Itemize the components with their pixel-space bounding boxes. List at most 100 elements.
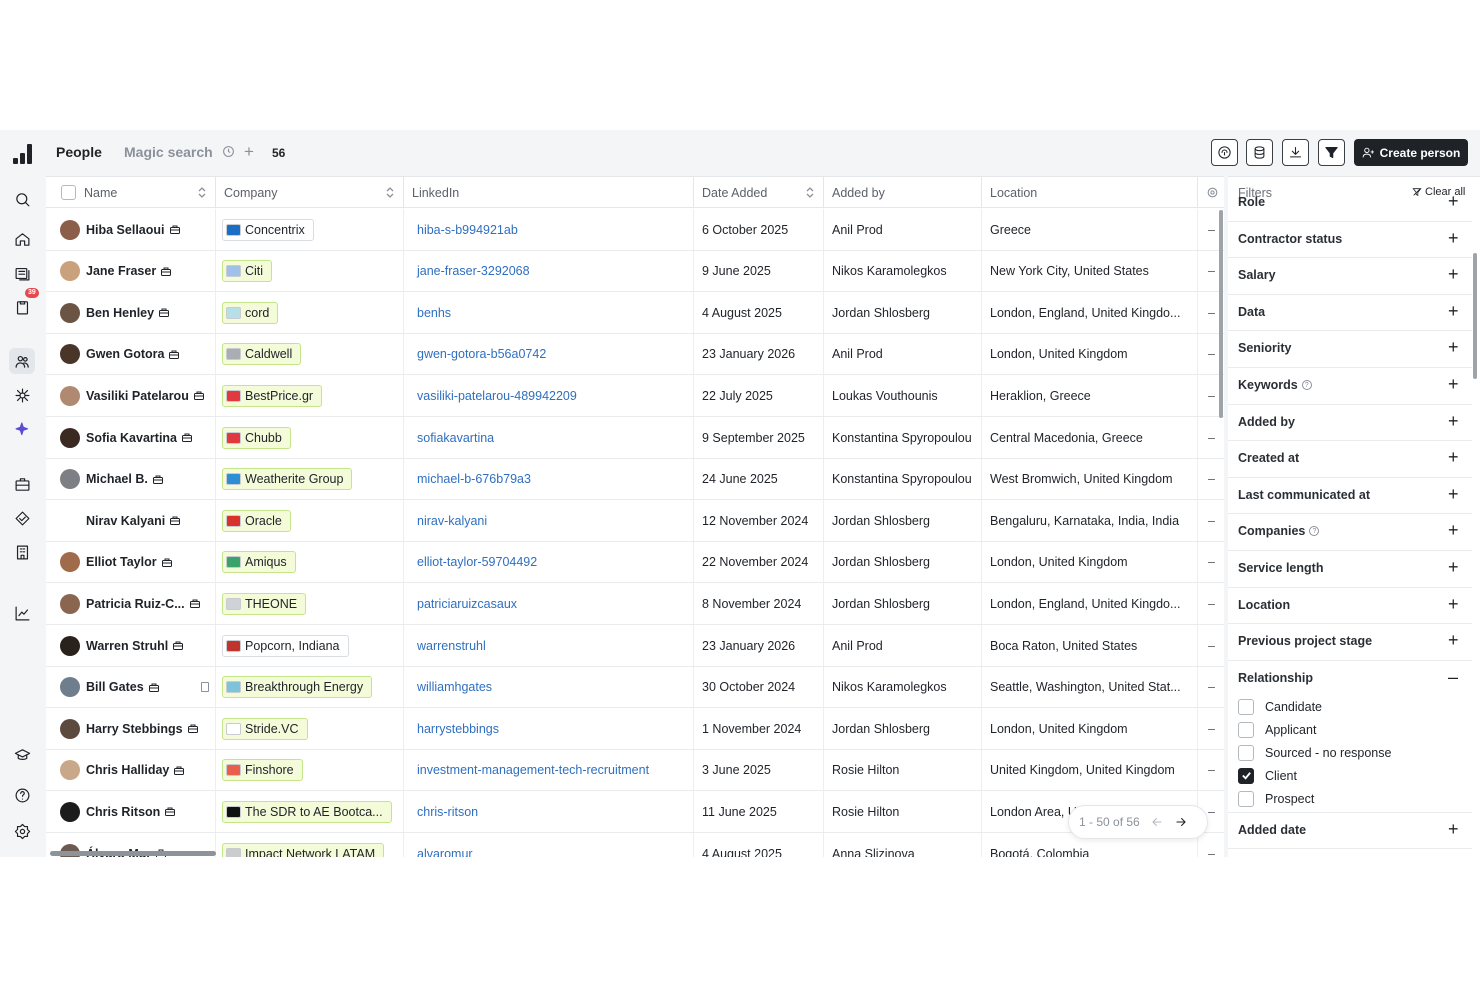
linkedin-link[interactable]: vasiliki-patelarou-489942209 [404,389,577,403]
expand-filter-icon[interactable]: + [1448,631,1459,649]
relationship-option[interactable]: Client [1238,766,1297,786]
company-pill[interactable]: The SDR to AE Bootca... [222,800,392,823]
table-row[interactable]: Bill Gates Breakthrough Energy williamhgat… [46,666,1224,709]
filter-salary[interactable]: Salary + [1228,258,1472,295]
expand-filter-icon[interactable]: + [1448,302,1459,320]
name-cell[interactable]: Hiba Sellaoui [46,209,216,250]
checkbox[interactable] [1238,790,1254,807]
name-cell[interactable]: Chris Ritson [46,791,216,833]
person-name[interactable]: Nirav Kalyani [86,514,165,528]
company-pill[interactable]: Caldwell [222,343,302,366]
linkedin-link[interactable]: harrystebbings [404,722,499,736]
sort-icon[interactable] [386,187,394,198]
table-row[interactable]: Elliot Taylor Amiqus elliot-taylor-5970449… [46,541,1224,584]
add-tab-button[interactable]: + [244,142,254,162]
inbox-icon[interactable] [9,260,35,286]
table-row[interactable]: Patricia Ruiz-C... THEONE patriciaruizcasa… [46,583,1224,625]
sparkle-icon[interactable] [9,416,35,442]
filter-role[interactable]: Role + [1228,185,1472,222]
document-icon[interactable] [200,682,209,693]
relationship-option[interactable]: Sourced - no response [1238,743,1391,763]
table-row[interactable]: Chris Halliday Finshore investment-managem… [46,749,1224,792]
company-pill[interactable]: Chubb [222,426,291,449]
relationship-option[interactable]: Applicant [1238,720,1316,740]
filter-companies[interactable]: Companies? + [1228,514,1472,551]
expand-filter-icon[interactable]: + [1448,558,1459,576]
linkedin-link[interactable]: jane-fraser-3292068 [404,264,530,278]
table-row[interactable]: Hiba Sellaoui Concentrix hiba-s-b994921ab 6… [46,209,1224,251]
select-all-checkbox[interactable] [61,185,76,200]
table-row[interactable]: Vasiliki Patelarou BestPrice.gr vasiliki-p… [46,375,1224,417]
column-linkedin[interactable]: LinkedIn [404,177,694,208]
table-row[interactable]: Sofia Kavartina Chubb sofiakavartina 9 Sept… [46,417,1224,459]
people-icon[interactable] [9,348,35,374]
company-pill[interactable]: Stride.VC [222,717,308,740]
expand-filter-icon[interactable]: + [1448,192,1459,210]
person-name[interactable]: Gwen Gotora [86,347,164,361]
expand-filter-icon[interactable]: + [1448,338,1459,356]
briefcase-icon[interactable] [9,471,35,497]
create-person-button[interactable]: Create person [1354,139,1468,166]
person-name[interactable]: Michael B. [86,472,148,486]
help-icon[interactable]: ? [1301,380,1312,390]
database-button[interactable] [1246,139,1273,166]
company-pill[interactable]: Oracle [222,509,291,532]
filter-location[interactable]: Location + [1228,588,1472,625]
person-name[interactable]: Sofia Kavartina [86,431,177,445]
filter-last-communicated-at[interactable]: Last communicated at + [1228,478,1472,515]
sort-icon[interactable] [198,187,206,198]
person-name[interactable]: Elliot Taylor [86,555,157,569]
spider-icon[interactable] [9,382,35,408]
filter-data[interactable]: Data + [1228,295,1472,332]
column-date-added[interactable]: Date Added [694,177,824,208]
previous-page-icon[interactable] [1150,815,1164,829]
name-cell[interactable]: Warren Struhl [46,625,216,666]
expand-filter-icon[interactable]: + [1448,820,1459,838]
table-row[interactable]: Jane Fraser Citi jane-fraser-3292068 9 June… [46,250,1224,293]
name-cell[interactable]: Gwen Gotora [46,333,216,375]
company-pill[interactable]: Breakthrough Energy [222,676,373,699]
company-pill[interactable]: Finshore [222,759,303,782]
checkbox[interactable] [1238,721,1254,738]
column-settings[interactable] [1198,177,1224,208]
name-cell[interactable]: Elliot Taylor [46,541,216,583]
expand-filter-icon[interactable]: + [1448,375,1459,393]
table-row[interactable]: Gwen Gotora Caldwell gwen-gotora-b56a0742 2… [46,333,1224,376]
filter-keywords[interactable]: Keywords? + [1228,368,1472,405]
name-cell[interactable]: Sofia Kavartina [46,417,216,458]
linkedin-link[interactable]: hiba-s-b994921ab [404,223,518,237]
name-cell[interactable]: Chris Halliday [46,749,216,791]
next-page-icon[interactable] [1174,815,1188,829]
help-icon[interactable] [9,782,35,808]
name-cell[interactable]: Harry Stebbings [46,708,216,750]
filter-created-at[interactable]: Created at + [1228,441,1472,478]
person-name[interactable]: Patricia Ruiz-C... [86,597,185,611]
column-name[interactable]: Name [46,177,216,208]
expand-filter-icon[interactable]: + [1448,521,1459,539]
checked-checkbox[interactable] [1238,767,1254,784]
expand-filter-icon[interactable]: + [1448,412,1459,430]
name-cell[interactable]: Patricia Ruiz-C... [46,583,216,625]
company-pill[interactable]: Popcorn, Indiana [222,634,349,657]
collapse-filter-icon[interactable]: – [1448,668,1458,686]
checkbox[interactable] [1238,744,1254,761]
company-pill[interactable]: Concentrix [222,218,314,241]
person-name[interactable]: Harry Stebbings [86,722,183,736]
name-cell[interactable]: Jane Fraser [46,250,216,292]
expand-filter-icon[interactable]: + [1448,265,1459,283]
linkedin-link[interactable]: investment-management-tech-recruitment [404,763,649,777]
logo[interactable] [13,142,33,164]
company-pill[interactable]: Impact Network LATAM [222,842,385,857]
column-location[interactable]: Location [982,177,1198,208]
linkedin-link[interactable]: williamhgates [404,680,492,694]
person-name[interactable]: Vasiliki Patelarou [86,389,189,403]
linkedin-link[interactable]: patriciaruizcasaux [404,597,517,611]
table-row[interactable]: Harry Stebbings Stride.VC harrystebbings 1 … [46,708,1224,750]
table-row[interactable]: Álvaro MurImpact Network LATAMalvaromur4… [46,833,1224,857]
linkedin-link[interactable]: michael-b-676b79a3 [404,472,531,486]
name-cell[interactable]: Nirav Kalyani [46,500,216,542]
table-row[interactable]: Ben Henley cord benhs 4 August 2025 Jordan S… [46,292,1224,334]
filter-added-by[interactable]: Added by + [1228,405,1472,442]
relationship-option[interactable]: Prospect [1238,789,1314,809]
linkedin-link[interactable]: chris-ritson [404,805,478,819]
